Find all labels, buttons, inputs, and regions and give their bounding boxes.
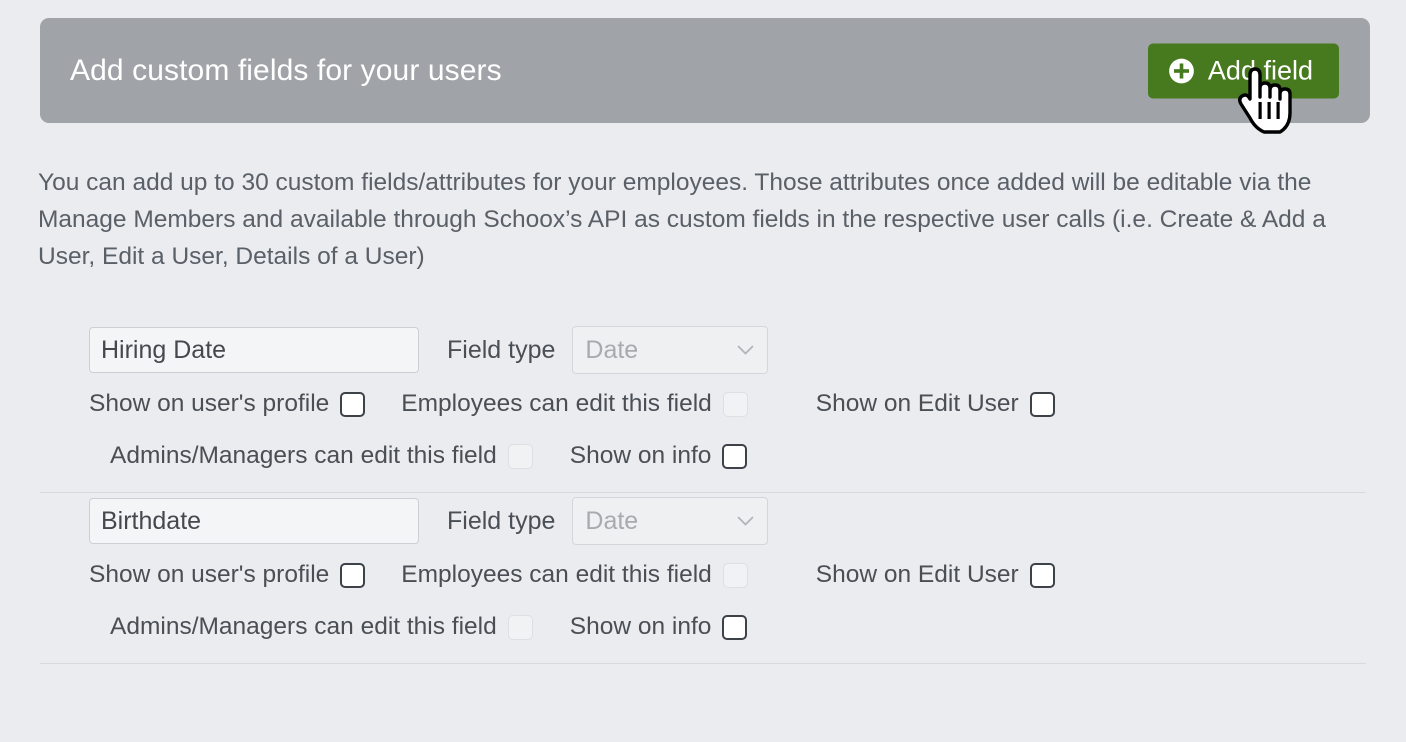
option-admins-can-edit: Admins/Managers can edit this field bbox=[110, 442, 533, 470]
show-on-info-checkbox[interactable] bbox=[722, 614, 748, 640]
row-divider bbox=[40, 663, 1366, 664]
field-type-label: Field type bbox=[447, 506, 556, 535]
field-type-selected-value: Date bbox=[585, 506, 639, 535]
option-show-on-edit-user-label: Show on Edit User bbox=[815, 390, 1019, 417]
custom-field-row: Field type Date Show on user's profile E… bbox=[0, 493, 1406, 664]
show-on-profile-checkbox[interactable] bbox=[340, 562, 366, 588]
page-title: Add custom fields for your users bbox=[70, 53, 502, 87]
option-show-on-edit-user[interactable]: Show on Edit User bbox=[816, 390, 1055, 418]
description-text: You can add up to 30 custom fields/attri… bbox=[38, 169, 1326, 270]
option-show-on-edit-user-label: Show on Edit User bbox=[815, 561, 1019, 588]
option-show-on-info-label: Show on info bbox=[569, 613, 712, 640]
field-type-select[interactable]: Date bbox=[572, 326, 769, 374]
show-on-edit-user-checkbox[interactable] bbox=[1029, 391, 1055, 417]
field-row-options-line-2: Admins/Managers can edit this field Show… bbox=[0, 430, 1406, 482]
option-admins-can-edit-label: Admins/Managers can edit this field bbox=[110, 442, 497, 469]
plus-circle-icon bbox=[1169, 58, 1194, 83]
admins-can-edit-checkbox bbox=[507, 614, 533, 640]
field-type-select[interactable]: Date bbox=[572, 497, 769, 545]
field-row-options-line-1: Show on user's profile Employees can edi… bbox=[0, 549, 1406, 601]
option-show-on-info[interactable]: Show on info bbox=[570, 442, 748, 470]
chevron-down-icon bbox=[738, 516, 754, 526]
admins-can-edit-checkbox bbox=[507, 443, 533, 469]
option-employees-can-edit: Employees can edit this field bbox=[401, 390, 748, 418]
option-employees-can-edit-label: Employees can edit this field bbox=[401, 561, 712, 588]
field-row-primary-line: Field type Date bbox=[0, 493, 1406, 549]
show-on-info-checkbox[interactable] bbox=[722, 443, 748, 469]
option-show-on-profile-label: Show on user's profile bbox=[89, 561, 330, 588]
field-name-input[interactable] bbox=[89, 327, 419, 373]
employees-can-edit-checkbox bbox=[722, 562, 748, 588]
add-field-button-label: Add field bbox=[1207, 55, 1313, 85]
field-row-options-line-1: Show on user's profile Employees can edi… bbox=[0, 378, 1406, 430]
custom-fields-list: Field type Date Show on user's profile E… bbox=[0, 322, 1406, 664]
field-type-label: Field type bbox=[447, 335, 556, 364]
option-show-on-info[interactable]: Show on info bbox=[570, 613, 748, 641]
field-row-primary-line: Field type Date bbox=[0, 322, 1406, 378]
option-show-on-info-label: Show on info bbox=[569, 442, 712, 469]
option-show-on-profile[interactable]: Show on user's profile bbox=[89, 390, 366, 418]
field-row-options-line-2: Admins/Managers can edit this field Show… bbox=[0, 601, 1406, 653]
field-type-selected-value: Date bbox=[585, 335, 639, 364]
option-show-on-profile[interactable]: Show on user's profile bbox=[89, 561, 366, 589]
option-show-on-edit-user[interactable]: Show on Edit User bbox=[816, 561, 1055, 589]
show-on-profile-checkbox[interactable] bbox=[340, 391, 366, 417]
field-name-input[interactable] bbox=[89, 498, 419, 544]
option-show-on-profile-label: Show on user's profile bbox=[89, 390, 330, 417]
option-employees-can-edit: Employees can edit this field bbox=[401, 561, 748, 589]
page-header-bar: Add custom fields for your users Add fie… bbox=[40, 18, 1370, 123]
option-admins-can-edit-label: Admins/Managers can edit this field bbox=[110, 613, 497, 640]
show-on-edit-user-checkbox[interactable] bbox=[1029, 562, 1055, 588]
employees-can-edit-checkbox bbox=[722, 391, 748, 417]
option-admins-can-edit: Admins/Managers can edit this field bbox=[110, 613, 533, 641]
chevron-down-icon bbox=[738, 345, 754, 355]
option-employees-can-edit-label: Employees can edit this field bbox=[401, 390, 712, 417]
add-field-button[interactable]: Add field bbox=[1147, 43, 1339, 98]
custom-field-row: Field type Date Show on user's profile E… bbox=[0, 322, 1406, 493]
